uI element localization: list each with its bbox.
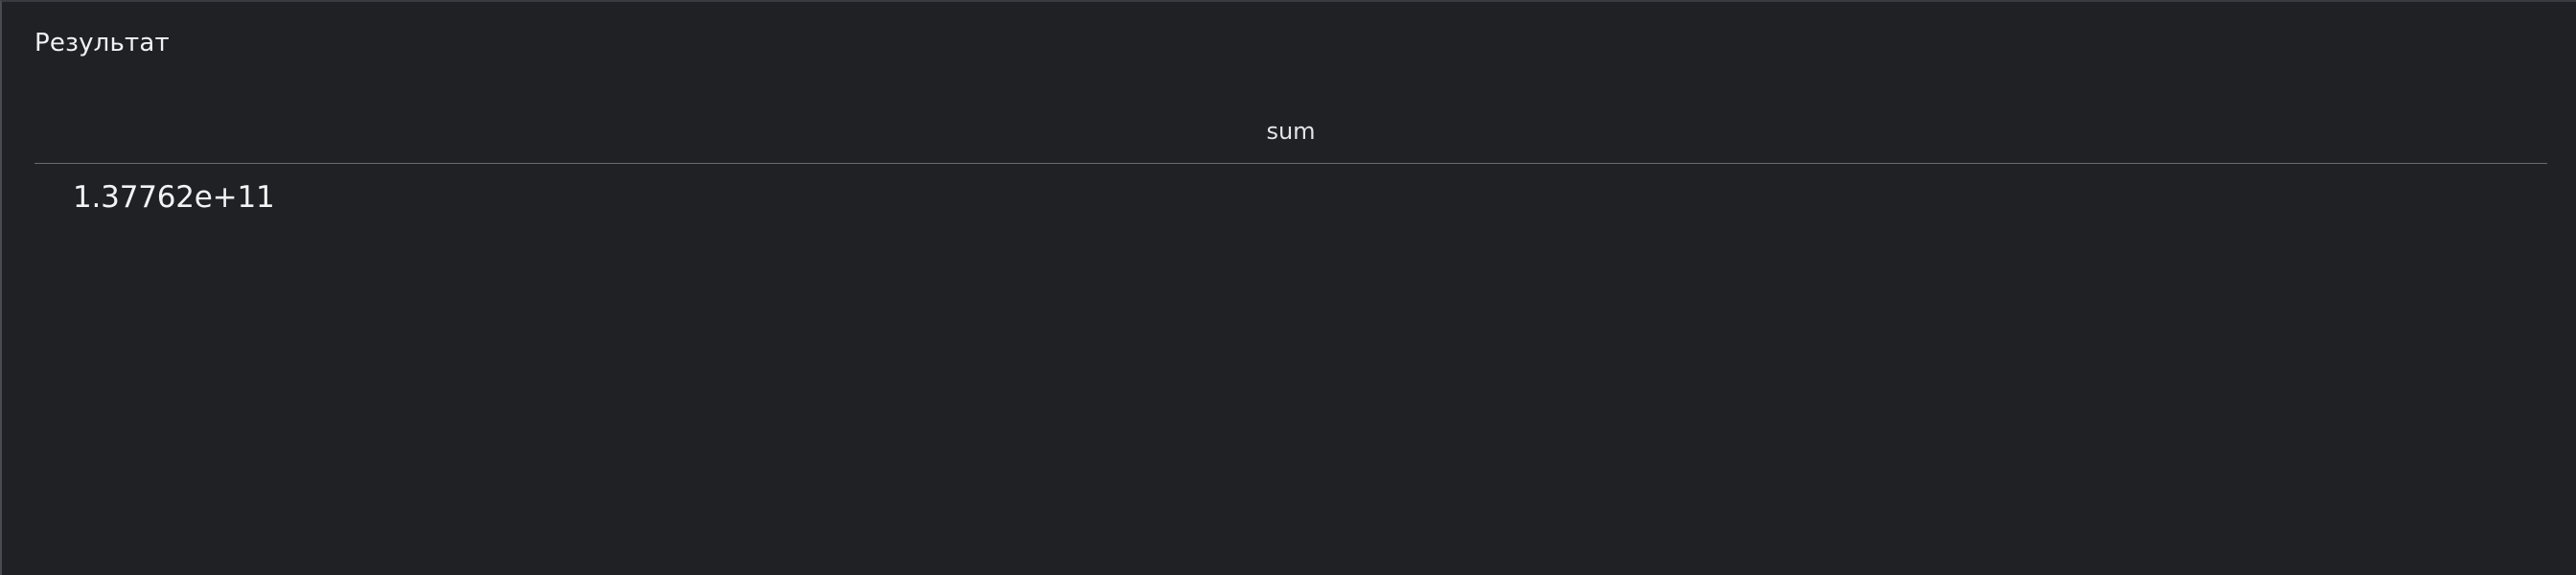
- sum-cell[interactable]: 1.37762e+11: [73, 179, 275, 216]
- table-header: sum: [34, 107, 2547, 164]
- column-header-sum[interactable]: sum: [34, 116, 2547, 147]
- result-table: sum 1.37762e+11: [34, 107, 2547, 221]
- table-body: 1.37762e+11: [34, 164, 2547, 221]
- panel-title: Результат: [34, 29, 170, 58]
- result-panel: Результат sum 1.37762e+11: [0, 0, 2576, 575]
- table-row: 1.37762e+11: [34, 164, 2547, 221]
